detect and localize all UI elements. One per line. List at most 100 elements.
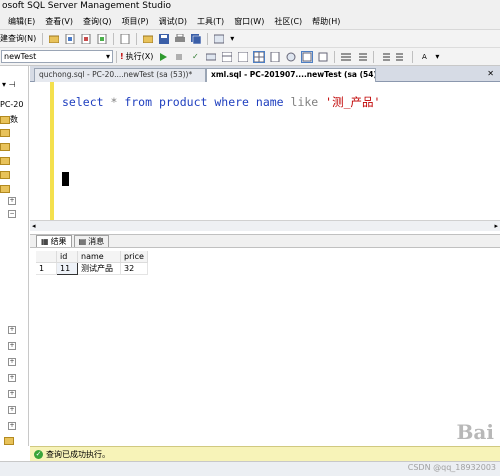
open-folder-icon[interactable]: [142, 33, 154, 45]
column-header-id[interactable]: id: [56, 251, 78, 263]
execute-label: 执行(X): [125, 52, 154, 61]
sql-code-line[interactable]: select * from product where name like '测…: [62, 94, 380, 110]
menu-community[interactable]: 社区(C): [274, 16, 302, 27]
query-designer-icon[interactable]: [221, 51, 233, 63]
sql-editor-toolbar: newTest ▾ ! 执行(X) ✓ A ▾: [0, 48, 500, 66]
estimated-plan-icon[interactable]: [205, 51, 217, 63]
new-db-query-icon[interactable]: [64, 33, 76, 45]
oe-pin-icon[interactable]: ▾ ⊣: [2, 80, 16, 89]
toolbar-separator: [113, 32, 115, 45]
include-stats-icon[interactable]: [317, 51, 329, 63]
editor-horizontal-scrollbar[interactable]: ◂ ▸: [30, 220, 500, 231]
file-icon[interactable]: [119, 33, 131, 45]
standard-toolbar: 建查询(N) ▾: [0, 30, 500, 48]
oe-folder-node[interactable]: [0, 170, 10, 179]
menu-help[interactable]: 帮助(H): [312, 16, 340, 27]
toolbar-separator: [136, 32, 138, 45]
save-all-icon[interactable]: [190, 33, 202, 45]
toolbar-separator: [334, 50, 336, 63]
row-number[interactable]: 1: [36, 262, 57, 275]
status-message: 查询已成功执行。: [46, 449, 110, 459]
oe-folder-node[interactable]: [4, 436, 14, 445]
toolbar-options-icon[interactable]: ▾: [434, 51, 440, 63]
menu-project[interactable]: 项目(P): [122, 16, 149, 27]
scroll-left-icon[interactable]: ◂: [32, 222, 36, 230]
client-stats-icon[interactable]: [301, 50, 314, 63]
results-grid[interactable]: id name price 1 11 测试产品 32: [36, 251, 148, 275]
debug-play-icon[interactable]: [157, 51, 169, 63]
expand-icon[interactable]: +: [8, 197, 16, 205]
chevron-down-icon: ▾: [105, 52, 110, 61]
new-query-button[interactable]: 建查询(N): [0, 33, 39, 44]
success-check-icon: ✓: [34, 449, 43, 459]
results-to-grid-icon[interactable]: [253, 50, 266, 63]
analysis-query-icon[interactable]: [80, 33, 92, 45]
uncomment-lines-icon[interactable]: [356, 51, 368, 63]
database-select[interactable]: newTest ▾: [1, 50, 113, 63]
close-icon[interactable]: ✕: [487, 69, 494, 78]
toolbar-options-icon[interactable]: ▾: [229, 33, 235, 45]
oe-folder-node[interactable]: [0, 128, 10, 137]
tab-results[interactable]: ▦ 结果: [36, 235, 72, 247]
oe-folder-node[interactable]: [0, 156, 10, 165]
column-header-price[interactable]: price: [120, 251, 148, 263]
text-cursor: [62, 172, 69, 186]
menu-view[interactable]: 查看(V): [45, 16, 73, 27]
specify-template-icon[interactable]: A: [418, 51, 430, 63]
collapse-icon[interactable]: −: [8, 210, 16, 218]
change-tracking-gutter: [50, 82, 54, 230]
menu-edit[interactable]: 编辑(E): [8, 16, 35, 27]
oe-folder-node[interactable]: [0, 142, 10, 151]
results-tab-strip: ▦ 结果 ▤ 消息: [30, 234, 500, 248]
parse-check-icon[interactable]: ✓: [189, 51, 201, 63]
open-file-icon[interactable]: [48, 33, 60, 45]
results-to-file-icon[interactable]: [269, 51, 281, 63]
menu-window[interactable]: 窗口(W): [234, 16, 264, 27]
print-icon[interactable]: [174, 33, 186, 45]
menu-tools[interactable]: 工具(T): [197, 16, 224, 27]
menu-debug[interactable]: 调试(D): [159, 16, 187, 27]
object-explorer: ▾ ⊣ PC-20 数 + − + + + + + + +: [0, 66, 29, 446]
save-icon[interactable]: [158, 33, 170, 45]
cell-name[interactable]: 测试产品: [77, 262, 121, 275]
tab-xml-sql[interactable]: xml.sql - PC-201907....newTest (sa (54))…: [206, 68, 376, 82]
toolbar-separator: [412, 50, 414, 63]
table-row[interactable]: 1 11 测试产品 32: [36, 262, 148, 275]
increase-indent-icon[interactable]: [395, 51, 407, 63]
execute-button[interactable]: ! 执行(X): [120, 51, 153, 62]
string-literal: '测_产品': [318, 95, 381, 109]
column-header-name[interactable]: name: [77, 251, 121, 263]
oe-databases-node[interactable]: 数: [0, 114, 18, 125]
folder-icon: [4, 436, 14, 445]
keyword-from: from: [124, 95, 153, 109]
message-icon: ▤: [78, 237, 87, 246]
decrease-indent-icon[interactable]: [379, 51, 391, 63]
expand-icon[interactable]: +: [8, 342, 16, 350]
tab-quchong-sql[interactable]: quchong.sql - PC-20....newTest (sa (53))…: [34, 68, 206, 82]
activity-monitor-icon[interactable]: [213, 33, 225, 45]
comment-lines-icon[interactable]: [340, 51, 352, 63]
folder-icon: [0, 184, 10, 193]
expand-icon[interactable]: +: [8, 374, 16, 382]
table-token: product: [152, 95, 215, 109]
menu-query[interactable]: 查询(Q): [83, 16, 112, 27]
cell-id[interactable]: 11: [56, 262, 78, 275]
results-to-text-icon[interactable]: [237, 51, 249, 63]
sql-editor[interactable]: select * from product where name like '测…: [30, 82, 500, 232]
keyword-select: select: [62, 95, 104, 109]
cell-price[interactable]: 32: [120, 262, 148, 275]
xmla-query-icon[interactable]: [96, 33, 108, 45]
include-plan-icon[interactable]: [285, 51, 297, 63]
folder-icon: [0, 142, 10, 151]
oe-server-node[interactable]: PC-20: [0, 100, 23, 109]
expand-icon[interactable]: +: [8, 406, 16, 414]
expand-icon[interactable]: +: [8, 358, 16, 366]
tab-messages[interactable]: ▤ 消息: [73, 235, 110, 247]
scroll-right-icon[interactable]: ▸: [494, 222, 498, 230]
expand-icon[interactable]: +: [8, 390, 16, 398]
stop-icon[interactable]: [173, 51, 185, 63]
oe-folder-node[interactable]: [0, 184, 10, 193]
grid-header-row: id name price: [36, 251, 148, 263]
expand-icon[interactable]: +: [8, 422, 16, 430]
expand-icon[interactable]: +: [8, 326, 16, 334]
